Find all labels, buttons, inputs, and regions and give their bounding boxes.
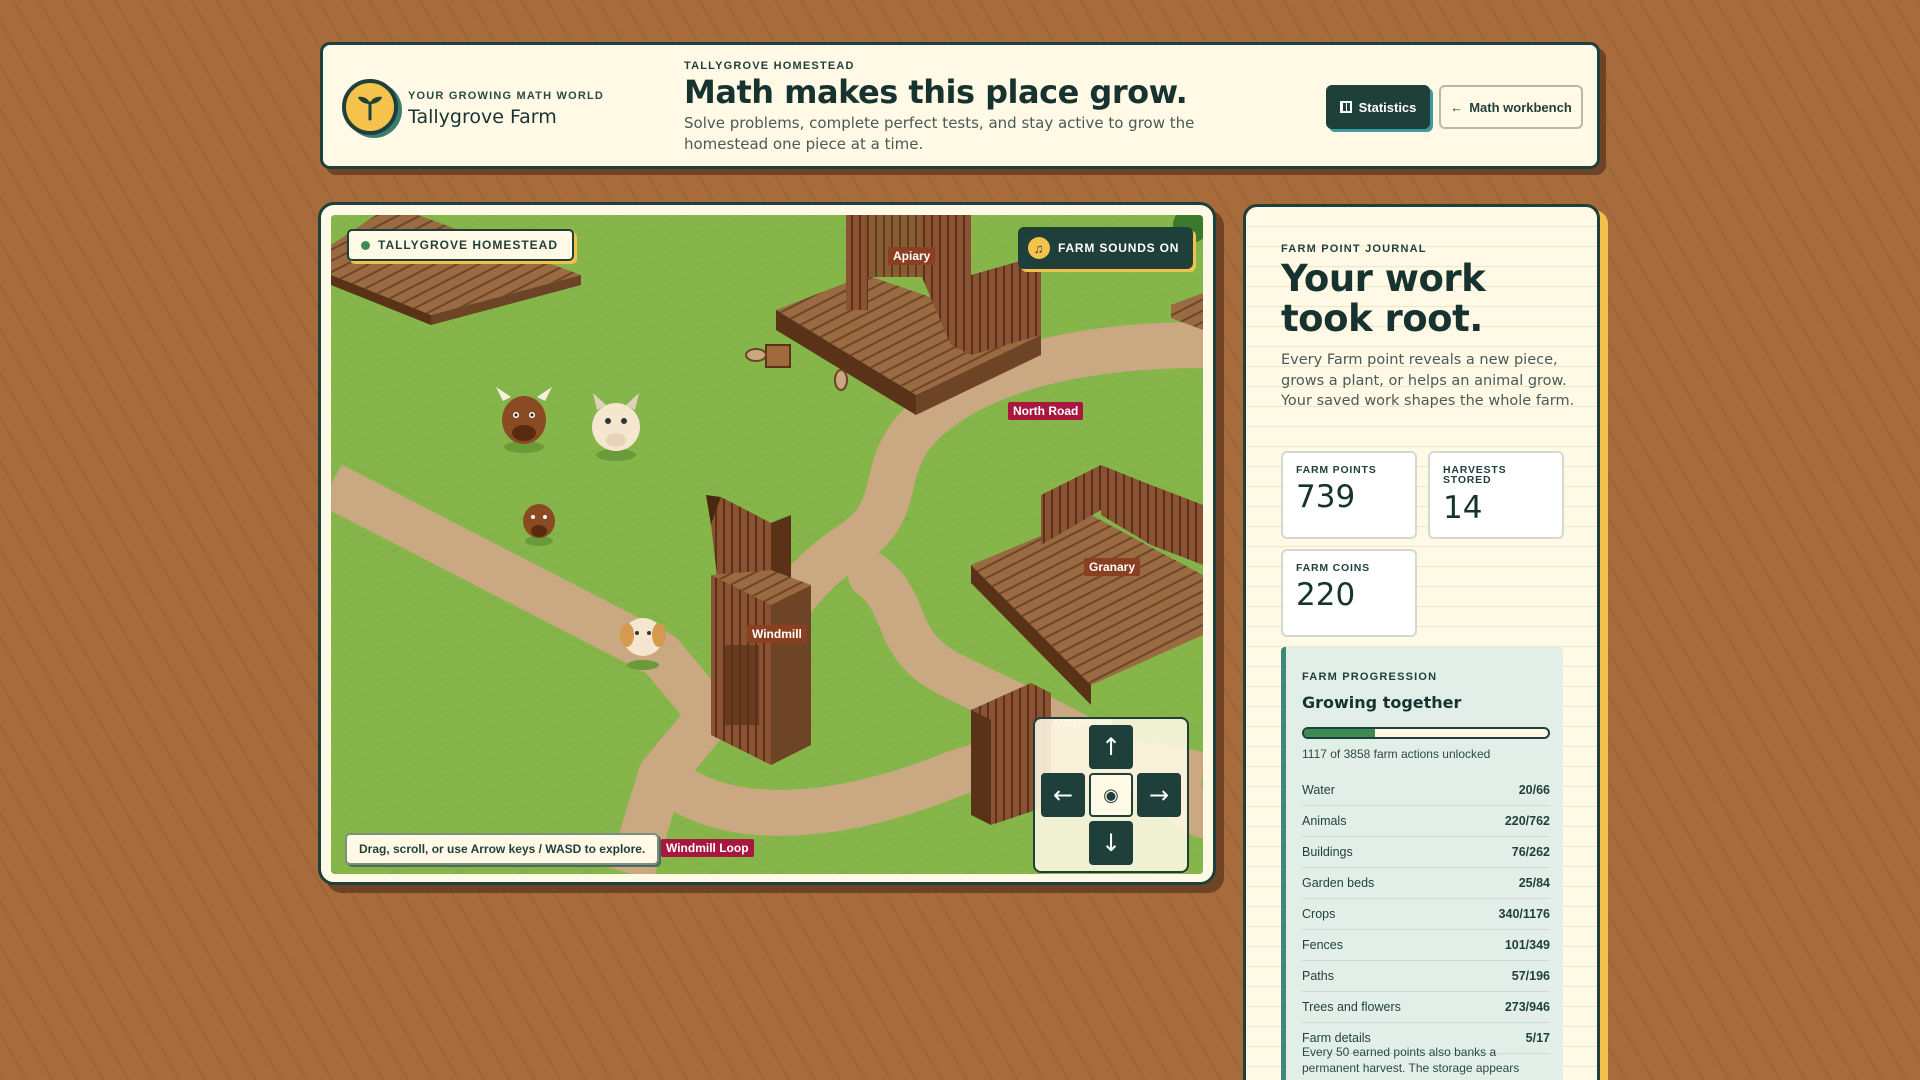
progression-row-label: Farm details <box>1302 1031 1371 1045</box>
progression-row-value: 57/196 <box>1511 969 1550 983</box>
progression-bar <box>1302 727 1550 739</box>
location-label-granary[interactable]: Granary <box>1084 558 1141 576</box>
location-label-windmill-loop[interactable]: Windmill Loop <box>661 839 754 857</box>
progression-row-label: Water <box>1302 783 1335 797</box>
progression-row-value: 20/66 <box>1518 783 1550 797</box>
location-label-windmill[interactable]: Windmill <box>747 625 807 643</box>
music-note-icon: ♫ <box>1028 237 1050 259</box>
progression-bar-fill <box>1304 729 1375 737</box>
progression-row: Water 20/66 <box>1302 775 1550 806</box>
math-workbench-button-label: Math workbench <box>1469 99 1572 115</box>
calf-animal[interactable] <box>523 504 555 546</box>
status-dot-icon <box>361 240 370 250</box>
explore-hint: Drag, scroll, or use Arrow keys / WASD t… <box>345 833 660 865</box>
journal-description: Every Farm point reveals a new piece, gr… <box>1281 352 1575 409</box>
farm-map-viewport[interactable]: TALLYGROVE HOMESTEAD ♫ FARM SOUNDS ON Ap… <box>331 215 1203 874</box>
farm-sounds-toggle[interactable]: ♫ FARM SOUNDS ON <box>1018 227 1194 269</box>
progression-row-label: Buildings <box>1302 845 1353 859</box>
location-label-north-road[interactable]: North Road <box>1008 402 1084 420</box>
stat-label: HARVESTS STORED <box>1443 464 1507 486</box>
stat-label: FARM POINTS <box>1296 464 1377 476</box>
progression-row: Buildings 76/262 <box>1302 837 1550 868</box>
progression-row-value: 101/349 <box>1504 938 1550 952</box>
brand-name[interactable]: Tallygrove Farm <box>408 106 557 128</box>
stat-label: FARM COINS <box>1296 562 1370 574</box>
stat-value: 14 <box>1443 490 1483 526</box>
sprout-logo-icon <box>342 79 398 135</box>
progression-row-label: Paths <box>1302 969 1334 983</box>
progression-row: Garden beds 25/84 <box>1302 868 1550 899</box>
crate <box>765 344 791 368</box>
progression-count: 1117 of 3858 farm actions unlocked <box>1302 747 1491 761</box>
statistics-button-label: Statistics <box>1358 99 1417 115</box>
direction-pad: ↑ ← ◉ → ↓ <box>1033 717 1189 873</box>
math-workbench-button[interactable]: ← Math workbench <box>1439 85 1583 129</box>
journal-title: Your work took root. <box>1281 257 1486 340</box>
progression-row-value: 220/762 <box>1504 814 1550 828</box>
progression-row-value: 5/17 <box>1525 1031 1550 1045</box>
progression-row-label: Fences <box>1302 938 1343 952</box>
progression-row: Paths 57/196 <box>1302 961 1550 992</box>
pan-right-button[interactable]: → <box>1137 773 1181 817</box>
progression-kicker: FARM PROGRESSION <box>1302 671 1438 683</box>
pan-up-button[interactable]: ↑ <box>1089 725 1133 769</box>
farm-game-panel: TALLYGROVE HOMESTEAD ♫ FARM SOUNDS ON Ap… <box>318 202 1216 885</box>
location-label-apiary[interactable]: Apiary <box>888 247 936 265</box>
progression-title: Growing together <box>1302 693 1462 712</box>
farm-sounds-label: FARM SOUNDS ON <box>1058 241 1180 255</box>
stat-farm-coins: FARM COINS 220 <box>1281 549 1417 637</box>
progression-row-label: Trees and flowers <box>1302 1000 1401 1014</box>
progression-row: Trees and flowers 273/946 <box>1302 992 1550 1023</box>
pan-left-button[interactable]: ← <box>1041 773 1085 817</box>
progression-row-value: 76/262 <box>1511 845 1550 859</box>
stat-value: 220 <box>1296 577 1356 613</box>
pan-down-button[interactable]: ↓ <box>1089 821 1133 865</box>
stat-value: 739 <box>1296 479 1356 515</box>
progression-row-value: 25/84 <box>1518 876 1550 890</box>
site-header: YOUR GROWING MATH WORLD Tallygrove Farm … <box>320 42 1600 169</box>
progression-row-label: Garden beds <box>1302 876 1375 890</box>
farm-progression: FARM PROGRESSION Growing together 1117 o… <box>1281 647 1563 1080</box>
brand-kicker: YOUR GROWING MATH WORLD <box>408 90 605 102</box>
progression-row: Crops 340/1176 <box>1302 899 1550 930</box>
homestead-label-text: TALLYGROVE HOMESTEAD <box>378 238 559 252</box>
page-subtitle: Solve problems, complete perfect tests, … <box>684 114 1195 153</box>
progression-row: Fences 101/349 <box>1302 930 1550 961</box>
statistics-button[interactable]: Statistics <box>1326 85 1430 129</box>
progression-row-value: 340/1176 <box>1498 907 1550 921</box>
stat-harvests-stored: HARVESTS STORED 14 <box>1428 451 1564 539</box>
progression-row: Animals 220/762 <box>1302 806 1550 837</box>
hero-kicker: TALLYGROVE HOMESTEAD <box>684 60 855 72</box>
journal-kicker: FARM POINT JOURNAL <box>1281 243 1427 255</box>
progression-row-label: Animals <box>1302 814 1347 828</box>
arrow-left-icon: ← <box>1450 99 1464 115</box>
stat-farm-points: FARM POINTS 739 <box>1281 451 1417 539</box>
page-title: Math makes this place grow. <box>684 73 1188 111</box>
progression-row-label: Crops <box>1302 907 1336 921</box>
center-view-button[interactable]: ◉ <box>1089 773 1133 817</box>
progression-rows: Water 20/66 Animals 220/762 Buildings 76/262 G… <box>1302 775 1550 1054</box>
homestead-label: TALLYGROVE HOMESTEAD <box>347 229 575 261</box>
progression-note: Every 50 earned points also banks a perm… <box>1302 1045 1520 1075</box>
grid-icon <box>1339 101 1352 113</box>
farm-point-journal: FARM POINT JOURNAL Your work took root. … <box>1243 204 1600 1080</box>
progression-row-value: 273/946 <box>1504 1000 1550 1014</box>
